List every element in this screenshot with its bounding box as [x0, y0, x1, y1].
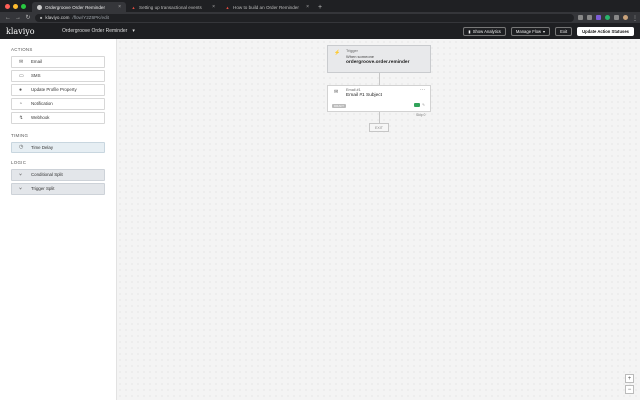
new-tab-button[interactable]: + — [314, 4, 326, 12]
email-label: Email #1 — [346, 88, 361, 92]
address-bar[interactable]: ■ klaviyo.com/flow/Y2Z6PK/edit — [35, 13, 574, 22]
trigger-event: ordergroove.order.reminder — [346, 60, 410, 65]
extension-icon[interactable] — [587, 15, 592, 20]
zoom-in-button[interactable]: + — [625, 374, 634, 383]
person-icon: ● — [19, 86, 23, 93]
webhook-icon: ↯ — [19, 114, 24, 121]
action-webhook[interactable]: ↯ Webhook — [11, 112, 105, 124]
tab-label: Ordergroove Order Reminder — [45, 4, 105, 10]
split-icon: ⑂ — [19, 171, 23, 178]
app-header: klaviyo Ordergroove Order Reminder ▾ ▮ Sh… — [0, 23, 640, 39]
clock-icon: ◷ — [19, 144, 24, 151]
klaviyo-logo[interactable]: klaviyo — [6, 27, 42, 36]
connector-line — [379, 73, 380, 85]
trigger-when: When someone — [346, 54, 375, 59]
browser-tab-flow[interactable]: Ordergroove Order Reminder × — [32, 2, 126, 12]
logic-trigger-split[interactable]: ⑂ Trigger Split — [11, 183, 105, 195]
manage-flow-button[interactable]: Manage Flow ▾ — [510, 26, 551, 36]
action-email[interactable]: ✉ Email — [11, 56, 105, 68]
logic-section-title: LOGIC — [11, 160, 27, 165]
bell-icon: ◔ — [19, 100, 23, 107]
email-subject: Email #1 Subject — [346, 93, 382, 98]
update-action-statuses-button[interactable]: Update Action Statuses — [577, 26, 634, 36]
minimize-window-button[interactable] — [13, 4, 18, 9]
help-favicon-icon: ▲ — [225, 4, 230, 10]
action-label: Update Profile Property — [31, 87, 77, 93]
url-host: klaviyo.com — [45, 15, 70, 20]
trigger-node[interactable]: ⚡ Trigger When someone ordergroove.order… — [327, 45, 431, 73]
browser-toolbar: ← → ↻ ■ klaviyo.com/flow/Y2Z6PK/edit ⋮ — [0, 12, 640, 23]
browser-tab-reminder-guide[interactable]: ▲ How to build an Order Reminder × — [220, 2, 314, 12]
flow-builder-sidebar: ACTIONS ✉ Email ▭ SMS ● Update Profile Prop… — [0, 39, 117, 400]
tab-label: Setting up transactional events — [139, 4, 202, 10]
status-badge: DRAFT — [332, 104, 346, 108]
extensions-area: ⋮ — [578, 15, 638, 22]
extension-icon[interactable] — [614, 15, 619, 20]
timing-label: Time Delay — [31, 144, 54, 150]
browser-tab-strip: Ordergroove Order Reminder × ▲ Setting u… — [0, 0, 640, 12]
trigger-label: Trigger — [346, 49, 358, 53]
help-favicon-icon: ▲ — [131, 4, 136, 10]
tab-label: How to build an Order Reminder — [233, 4, 299, 10]
show-analytics-label: Show Analytics — [472, 28, 501, 34]
trigger-icon: ⚡ — [334, 50, 341, 56]
exit-label: Exit — [560, 28, 568, 34]
edit-icon[interactable]: ✎ — [422, 103, 425, 107]
logic-label: Trigger Split — [31, 186, 55, 192]
action-label: Webhook — [31, 115, 50, 121]
email-node[interactable]: ✉ Email #1 Email #1 Subject ··· DRAFT ✎ — [327, 85, 431, 112]
extension-icon[interactable] — [596, 15, 601, 20]
action-label: SMS — [31, 73, 41, 79]
timing-time-delay[interactable]: ◷ Time Delay — [11, 141, 105, 153]
envelope-icon: ✉ — [334, 89, 339, 95]
exit-button[interactable]: Exit — [555, 26, 573, 36]
email-status-controls: ✎ — [414, 103, 425, 107]
connector-line — [379, 112, 380, 123]
extension-icon[interactable] — [605, 15, 610, 20]
url-path: /flow/Y2Z6PK/edit — [72, 15, 109, 20]
action-update-profile-property[interactable]: ● Update Profile Property — [11, 84, 105, 96]
show-analytics-button[interactable]: ▮ Show Analytics — [463, 26, 506, 36]
browser-tab-transactional[interactable]: ▲ Setting up transactional events × — [126, 2, 220, 12]
window-controls — [0, 4, 32, 12]
chevron-down-icon: ▾ — [543, 28, 546, 34]
more-menu-icon[interactable]: ⋮ — [632, 15, 638, 22]
logic-label: Conditional Split — [31, 172, 63, 178]
maximize-window-button[interactable] — [21, 4, 26, 9]
logic-conditional-split[interactable]: ⑂ Conditional Split — [11, 169, 105, 181]
reload-icon[interactable]: ↻ — [25, 14, 31, 21]
flow-name: Ordergroove Order Reminder — [62, 28, 128, 34]
manage-flow-label: Manage Flow — [515, 28, 542, 34]
extension-icon[interactable] — [578, 15, 583, 20]
chevron-down-icon: ▾ — [132, 28, 135, 34]
profile-avatar-icon[interactable] — [623, 15, 628, 20]
action-label: Email — [31, 59, 42, 65]
live-toggle-icon[interactable] — [414, 103, 421, 107]
flow-canvas[interactable]: ⚡ Trigger When someone ordergroove.order… — [117, 39, 640, 400]
action-label: Notification — [31, 101, 53, 107]
sms-icon: ▭ — [19, 72, 24, 79]
more-options-icon[interactable]: ··· — [420, 87, 425, 93]
close-tab-icon[interactable]: × — [306, 4, 309, 10]
timing-section-title: TIMING — [11, 132, 29, 138]
exit-node: EXIT — [369, 123, 389, 132]
action-notification[interactable]: ◔ Notification — [11, 98, 105, 110]
skip-count: Skip 0 — [416, 113, 426, 117]
envelope-icon: ✉ — [19, 58, 24, 65]
close-tab-icon[interactable]: × — [212, 4, 215, 10]
lock-icon: ■ — [40, 15, 43, 20]
flow-name-dropdown[interactable]: Ordergroove Order Reminder ▾ — [62, 28, 135, 34]
close-tab-icon[interactable]: × — [118, 4, 121, 10]
back-icon[interactable]: ← — [5, 15, 11, 21]
zoom-out-button[interactable]: − — [625, 385, 634, 394]
close-window-button[interactable] — [5, 4, 10, 9]
action-sms[interactable]: ▭ SMS — [11, 70, 105, 82]
analytics-icon: ▮ — [468, 28, 471, 34]
update-statuses-label: Update Action Statuses — [582, 28, 629, 34]
forward-icon[interactable]: → — [15, 15, 21, 21]
split-icon: ⑂ — [19, 185, 23, 192]
klaviyo-favicon-icon — [37, 4, 42, 10]
actions-section-title: ACTIONS — [11, 47, 33, 52]
